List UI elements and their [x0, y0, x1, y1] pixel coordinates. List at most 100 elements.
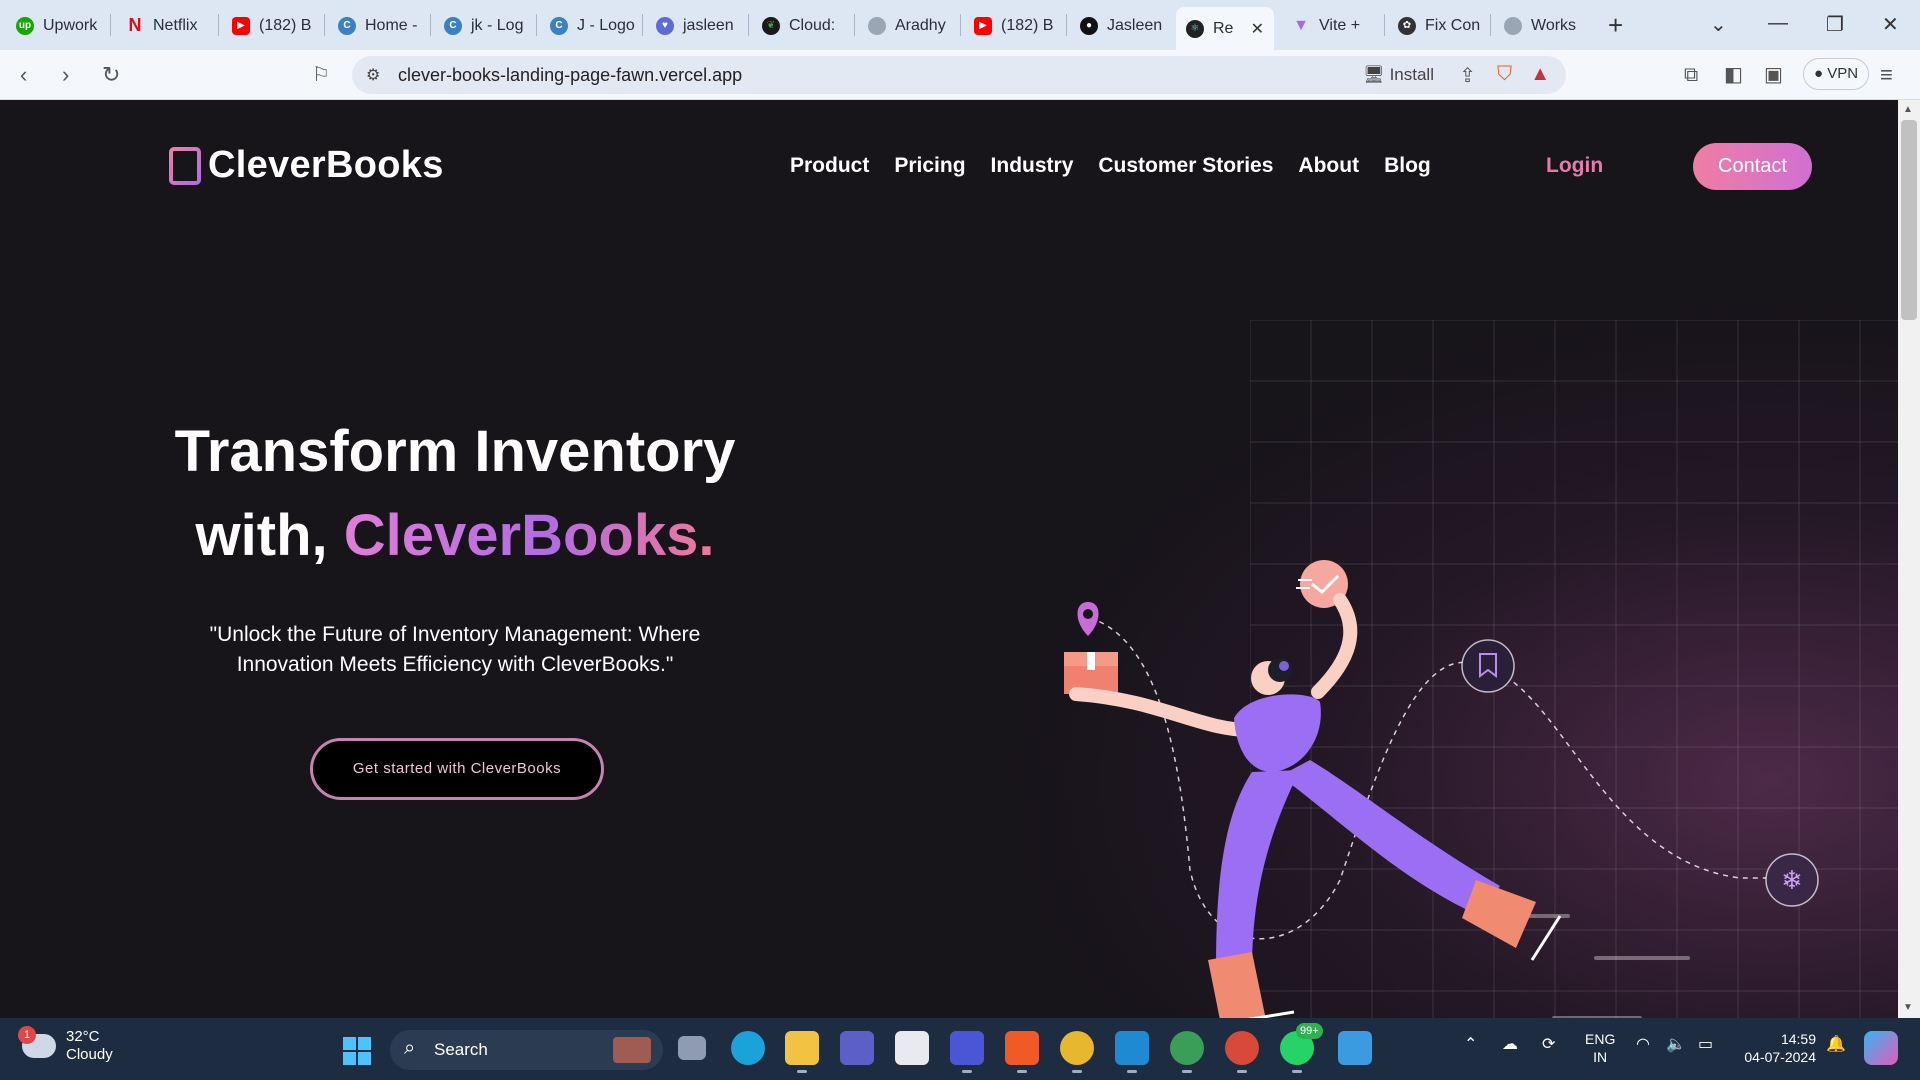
- taskbar: 1 32°C Cloudy ⌕ Search 99+ ⌃ ☁ ⟳ ENG IN …: [0, 1018, 1920, 1080]
- scrollbar-thumb[interactable]: [1901, 120, 1917, 320]
- brave-icon[interactable]: [1005, 1031, 1039, 1073]
- headline-prefix: with,: [195, 503, 344, 568]
- get-started-button[interactable]: Get started with CleverBooks: [310, 738, 604, 800]
- tab-canva-home[interactable]: C Home -: [328, 7, 426, 44]
- teams-icon[interactable]: [840, 1031, 874, 1065]
- brave-rewards-icon[interactable]: ▲: [1530, 63, 1550, 86]
- task-view-icon[interactable]: [678, 1036, 706, 1060]
- bookmark-icon[interactable]: ⚐: [312, 62, 330, 88]
- new-tab-button[interactable]: +: [1608, 10, 1623, 40]
- tab-label: Works: [1531, 16, 1577, 34]
- sync-icon[interactable]: ⟳: [1542, 1034, 1555, 1054]
- tab-cloud[interactable]: ❦ Cloud:: [752, 7, 850, 44]
- chrome-profile-icon[interactable]: [1170, 1031, 1204, 1073]
- install-button[interactable]: 🖥 Install: [1363, 65, 1434, 85]
- nav-customer-stories[interactable]: Customer Stories: [1098, 154, 1273, 178]
- file-explorer-icon[interactable]: [785, 1031, 819, 1073]
- tab-label: Fix Con: [1425, 16, 1481, 34]
- openai-icon: ✿: [1398, 16, 1416, 35]
- login-link[interactable]: Login: [1546, 154, 1603, 178]
- tab-works[interactable]: Works: [1494, 7, 1592, 44]
- headline-line1: Transform Inventory: [174, 419, 736, 484]
- vs-studio-icon[interactable]: [950, 1031, 984, 1073]
- vite-icon: ▼: [1293, 16, 1309, 34]
- contact-button[interactable]: Contact: [1693, 143, 1812, 190]
- weather-desc: Cloudy: [66, 1046, 113, 1063]
- upwork-icon: up: [16, 16, 34, 35]
- youtube-icon: ▶: [232, 16, 250, 35]
- canva-icon: C: [338, 16, 356, 35]
- clock[interactable]: 14:59 04-07-2024: [1736, 1030, 1816, 1066]
- headline-brand: CleverBooks.: [343, 503, 715, 568]
- snowflake-badge-icon: ❄: [1765, 853, 1819, 907]
- tab-canva-j[interactable]: C J - Logo: [540, 7, 638, 44]
- wifi-icon[interactable]: ◠: [1636, 1034, 1650, 1054]
- taskbar-search[interactable]: ⌕ Search: [390, 1030, 663, 1070]
- show-hidden-icons[interactable]: ⌃: [1464, 1034, 1477, 1054]
- tab-youtube-2[interactable]: ▶ (182) B: [964, 7, 1062, 44]
- url-text[interactable]: clever-books-landing-page-fawn.vercel.ap…: [398, 65, 742, 86]
- tab-youtube[interactable]: ▶ (182) B: [222, 7, 320, 44]
- forward-icon[interactable]: ›: [62, 62, 69, 88]
- tab-label: Vite +: [1319, 16, 1361, 34]
- tab-fix-con[interactable]: ✿ Fix Con: [1388, 7, 1486, 44]
- nav-pricing[interactable]: Pricing: [894, 154, 965, 178]
- url-field[interactable]: ⚙ clever-books-landing-page-fawn.vercel.…: [352, 56, 1566, 94]
- volume-icon[interactable]: 🔈: [1666, 1034, 1686, 1054]
- brave-shield-icon[interactable]: ⛉: [1497, 63, 1512, 86]
- tab-netflix[interactable]: N Netflix: [116, 7, 214, 44]
- onedrive-icon[interactable]: ☁: [1502, 1034, 1518, 1054]
- hero-headline: Transform Inventory with, CleverBooks.: [130, 410, 780, 578]
- tab-aradhy[interactable]: Aradhy: [858, 7, 956, 44]
- scroll-up-arrow[interactable]: ▲: [1903, 104, 1913, 115]
- close-window-button[interactable]: ✕: [1882, 12, 1899, 37]
- restore-button[interactable]: ❐: [1826, 12, 1844, 37]
- close-tab-icon[interactable]: ✕: [1251, 19, 1264, 39]
- vpn-button[interactable]: ● VPN: [1803, 58, 1870, 90]
- site-info-icon[interactable]: ⚙: [366, 65, 380, 85]
- tab-label: (182) B: [1001, 16, 1054, 34]
- language-indicator[interactable]: ENG IN: [1585, 1030, 1615, 1066]
- weather-widget[interactable]: 1 32°C Cloudy: [18, 1026, 113, 1064]
- search-highlight-image: [613, 1037, 651, 1063]
- edge-icon[interactable]: [731, 1031, 765, 1065]
- search-icon: ⌕: [404, 1037, 416, 1059]
- windows-start-icon[interactable]: [343, 1037, 371, 1065]
- book-logo-icon: [169, 146, 201, 185]
- tab-label: Upwork: [43, 16, 98, 34]
- chrome-profile-2-icon[interactable]: [1225, 1031, 1259, 1073]
- tab-vite[interactable]: ▼ Vite +: [1282, 7, 1380, 44]
- battery-icon[interactable]: ▭: [1698, 1034, 1713, 1054]
- nav-industry[interactable]: Industry: [991, 154, 1074, 178]
- tab-upwork[interactable]: up Upwork: [6, 7, 106, 44]
- tab-canva-jk[interactable]: C jk - Log: [434, 7, 532, 44]
- tab-search-icon[interactable]: ⌄: [1710, 12, 1727, 37]
- sidebar-icon[interactable]: ◧: [1724, 62, 1743, 88]
- svg-text:❄: ❄: [1781, 866, 1803, 896]
- microsoft-store-icon[interactable]: [895, 1031, 929, 1065]
- tab-jasleen[interactable]: ♥ jasleen: [646, 7, 744, 44]
- nav-product[interactable]: Product: [790, 154, 869, 178]
- nav-about[interactable]: About: [1298, 154, 1359, 178]
- share-icon[interactable]: ⇪: [1459, 63, 1476, 88]
- logo[interactable]: CleverBooks: [168, 144, 444, 187]
- mongodb-icon: ❦: [762, 16, 780, 35]
- nav-blog[interactable]: Blog: [1384, 154, 1431, 178]
- back-icon[interactable]: ‹: [20, 62, 27, 88]
- reload-icon[interactable]: ↻: [102, 62, 120, 88]
- hero-illustration: ❄: [1064, 560, 1819, 1018]
- wallet-icon[interactable]: ▣: [1764, 62, 1783, 88]
- weather-temp: 32°C: [66, 1028, 100, 1045]
- chrome-icon[interactable]: [1060, 1031, 1094, 1073]
- vscode-icon[interactable]: [1115, 1031, 1149, 1073]
- scroll-down-arrow[interactable]: ▼: [1903, 1002, 1913, 1013]
- whatsapp-icon[interactable]: 99+: [1280, 1023, 1323, 1073]
- extensions-icon[interactable]: ⧉: [1684, 62, 1698, 88]
- tab-react-active[interactable]: ⚛ Re ✕: [1176, 7, 1274, 50]
- photos-icon[interactable]: [1338, 1031, 1372, 1065]
- tab-github[interactable]: ● Jasleen: [1070, 7, 1170, 44]
- minimize-button[interactable]: —: [1768, 12, 1788, 35]
- notification-bell-icon[interactable]: 🔔: [1826, 1034, 1846, 1054]
- menu-icon[interactable]: ≡: [1880, 62, 1893, 88]
- copilot-icon[interactable]: [1864, 1031, 1898, 1065]
